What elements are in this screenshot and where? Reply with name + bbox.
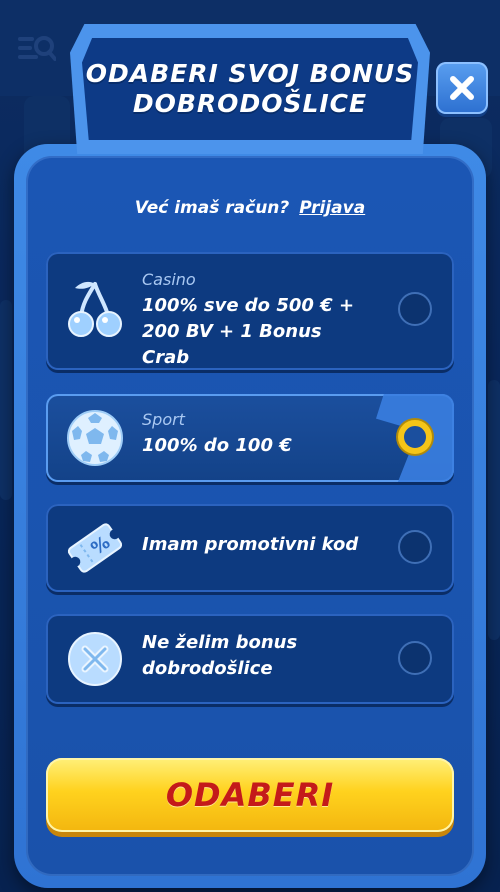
login-link[interactable]: Prijava <box>299 198 365 218</box>
bonus-option-promo-code[interactable]: % Imam promotivni kod <box>46 504 454 592</box>
bonus-option-no-bonus[interactable]: Ne želim bonus dobrodošlice <box>46 614 454 704</box>
option-radio-selected[interactable] <box>398 420 432 454</box>
close-button[interactable] <box>436 62 488 114</box>
modal-title-line2: DOBRODOŠLICE <box>132 89 368 118</box>
option-text: Casino 100% sve do 500 € + 200 BV + 1 Bo… <box>142 270 374 371</box>
option-offer-line1: Imam promotivni kod <box>142 534 359 555</box>
option-radio[interactable] <box>398 641 432 675</box>
option-radio[interactable] <box>398 292 432 326</box>
no-bonus-x-icon <box>64 628 126 690</box>
login-prompt: Već imaš račun? Prijava <box>0 198 500 218</box>
promo-ticket-icon: % <box>64 517 126 579</box>
soccer-ball-icon <box>64 407 126 469</box>
option-offer-line2: 200 BV + 1 Bonus Crab <box>142 321 322 368</box>
option-offer-line1: Ne želim bonus <box>142 632 298 653</box>
close-icon <box>450 76 474 100</box>
bonus-option-sport[interactable]: Sport 100% do 100 € <box>46 394 454 482</box>
modal-title: ODABERI SVOJ BONUS DOBRODOŠLICE <box>86 59 414 119</box>
option-offer-line1: 100% sve do 500 € + <box>142 295 355 316</box>
option-category: Casino <box>142 270 196 289</box>
option-offer-line1: 100% do 100 € <box>142 435 292 456</box>
modal-title-line1: ODABERI SVOJ BONUS <box>85 59 415 88</box>
choose-button[interactable]: ODABERI <box>46 758 454 832</box>
cherries-icon <box>64 278 126 340</box>
title-plate: ODABERI SVOJ BONUS DOBRODOŠLICE <box>82 38 418 140</box>
option-text: Imam promotivni kod <box>142 532 374 558</box>
bonus-option-casino[interactable]: Casino 100% sve do 500 € + 200 BV + 1 Bo… <box>46 252 454 370</box>
option-text: Ne želim bonus dobrodošlice <box>142 630 374 682</box>
choose-button-label: ODABERI <box>165 776 335 814</box>
option-offer-line2: dobrodošlice <box>142 658 273 679</box>
login-prompt-text: Već imaš račun? <box>134 198 290 218</box>
option-text: Sport 100% do 100 € <box>142 410 374 459</box>
option-radio[interactable] <box>398 530 432 564</box>
option-category: Sport <box>142 410 185 429</box>
